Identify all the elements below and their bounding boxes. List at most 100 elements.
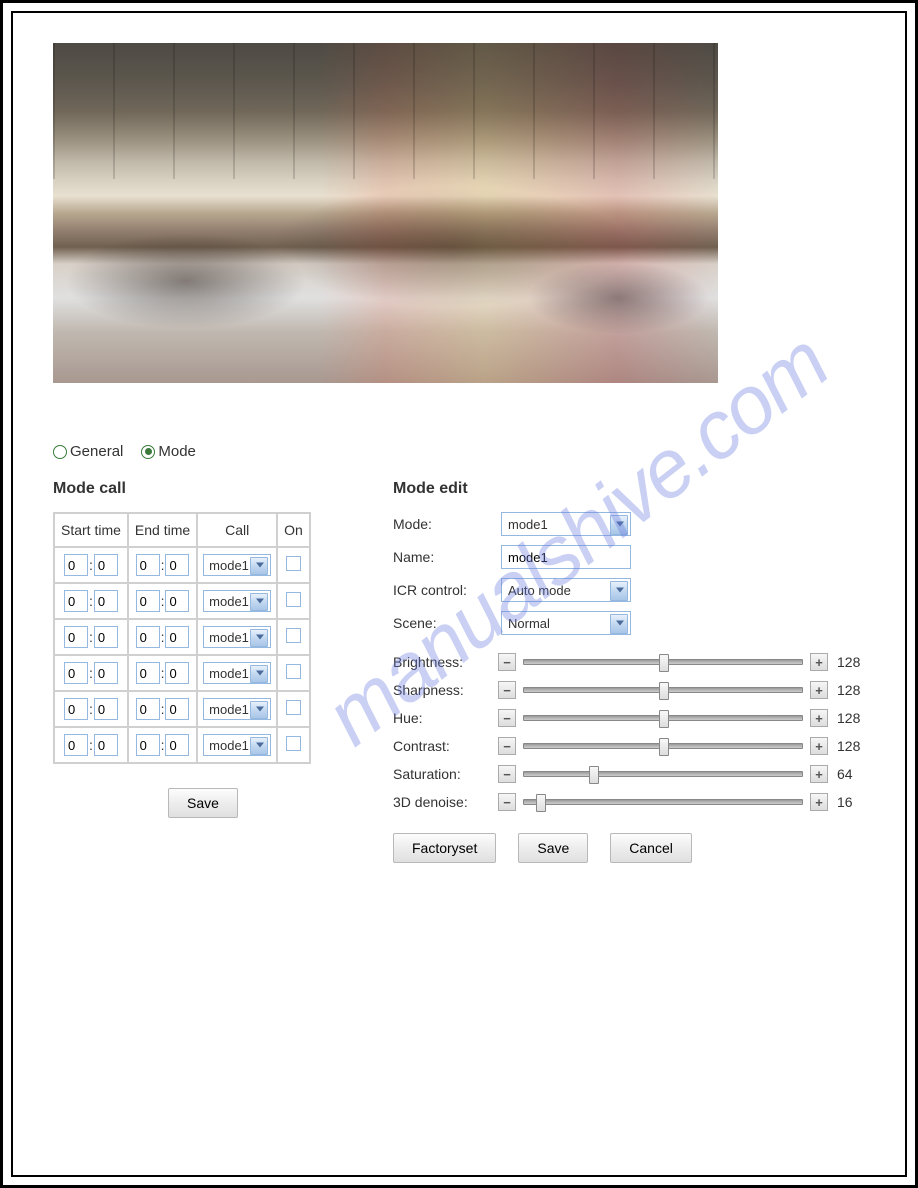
start-hour-input[interactable]	[64, 662, 88, 684]
slider-thumb[interactable]	[589, 766, 599, 784]
chevron-down-icon	[256, 671, 264, 676]
inner-frame: manualshive.com General Mode Mode call S…	[11, 11, 907, 1177]
cancel-button[interactable]: Cancel	[610, 833, 692, 863]
call-select[interactable]: mode1	[203, 626, 271, 648]
on-checkbox[interactable]	[286, 628, 301, 643]
start-hour-input[interactable]	[64, 626, 88, 648]
end-hour-input[interactable]	[136, 626, 160, 648]
slider-plus-button[interactable]: +	[810, 765, 828, 783]
slider-label: Saturation:	[393, 766, 493, 782]
mode-label: Mode:	[393, 516, 493, 532]
end-hour-input[interactable]	[136, 554, 160, 576]
slider-thumb[interactable]	[659, 654, 669, 672]
call-select-value: mode1	[209, 558, 249, 573]
name-input[interactable]	[501, 545, 631, 569]
start-hour-input[interactable]	[64, 734, 88, 756]
table-row: ::mode1	[54, 727, 310, 763]
call-select-value: mode1	[209, 702, 249, 717]
slider-track[interactable]	[523, 687, 803, 693]
mode-select-value: mode1	[508, 517, 548, 532]
scene-select[interactable]: Normal	[501, 611, 631, 635]
start-min-input[interactable]	[94, 554, 118, 576]
slider-plus-button[interactable]: +	[810, 681, 828, 699]
slider-thumb[interactable]	[536, 794, 546, 812]
th-start: Start time	[54, 513, 128, 547]
end-hour-input[interactable]	[136, 590, 160, 612]
start-hour-input[interactable]	[64, 554, 88, 576]
slider-thumb[interactable]	[659, 682, 669, 700]
table-row: ::mode1	[54, 547, 310, 583]
end-hour-input[interactable]	[136, 662, 160, 684]
call-select[interactable]: mode1	[203, 662, 271, 684]
slider-label: 3D denoise:	[393, 794, 493, 810]
start-min-input[interactable]	[94, 734, 118, 756]
start-hour-input[interactable]	[64, 590, 88, 612]
slider-track[interactable]	[523, 743, 803, 749]
slider-minus-button[interactable]: −	[498, 681, 516, 699]
slider-value: 16	[833, 794, 865, 810]
start-min-input[interactable]	[94, 626, 118, 648]
end-min-input[interactable]	[165, 698, 189, 720]
slider-value: 128	[833, 654, 865, 670]
start-min-input[interactable]	[94, 698, 118, 720]
mode-select[interactable]: mode1	[501, 512, 631, 536]
icr-select[interactable]: Auto mode	[501, 578, 631, 602]
th-on: On	[277, 513, 310, 547]
slider-track[interactable]	[523, 771, 803, 777]
slider-track[interactable]	[523, 715, 803, 721]
end-min-input[interactable]	[165, 662, 189, 684]
slider-plus-button[interactable]: +	[810, 737, 828, 755]
table-row: ::mode1	[54, 619, 310, 655]
slider-minus-button[interactable]: −	[498, 765, 516, 783]
end-min-input[interactable]	[165, 734, 189, 756]
on-checkbox[interactable]	[286, 736, 301, 751]
call-select[interactable]: mode1	[203, 734, 271, 756]
mode-edit-save-button[interactable]: Save	[518, 833, 588, 863]
th-call: Call	[197, 513, 277, 547]
call-select-value: mode1	[209, 594, 249, 609]
call-select[interactable]: mode1	[203, 590, 271, 612]
slider-minus-button[interactable]: −	[498, 653, 516, 671]
end-min-input[interactable]	[165, 590, 189, 612]
slider-plus-button[interactable]: +	[810, 709, 828, 727]
start-min-input[interactable]	[94, 590, 118, 612]
on-checkbox[interactable]	[286, 700, 301, 715]
outer-frame: manualshive.com General Mode Mode call S…	[0, 0, 918, 1188]
on-checkbox[interactable]	[286, 664, 301, 679]
on-checkbox[interactable]	[286, 556, 301, 571]
end-hour-input[interactable]	[136, 734, 160, 756]
radio-general[interactable]: General	[53, 443, 123, 460]
end-min-input[interactable]	[165, 626, 189, 648]
start-min-input[interactable]	[94, 662, 118, 684]
radio-icon	[53, 445, 67, 459]
slider-thumb[interactable]	[659, 738, 669, 756]
radio-mode[interactable]: Mode	[141, 443, 196, 460]
slider-track[interactable]	[523, 799, 803, 805]
slider-minus-button[interactable]: −	[498, 737, 516, 755]
mode-call-table: Start time End time Call On ::mode1::mod…	[53, 512, 311, 764]
chevron-down-icon	[616, 522, 624, 527]
slider-track[interactable]	[523, 659, 803, 665]
slider-minus-button[interactable]: −	[498, 709, 516, 727]
scene-select-value: Normal	[508, 616, 550, 631]
end-min-input[interactable]	[165, 554, 189, 576]
call-select[interactable]: mode1	[203, 554, 271, 576]
factoryset-button[interactable]: Factoryset	[393, 833, 496, 863]
slider-label: Contrast:	[393, 738, 493, 754]
radio-mode-label: Mode	[158, 443, 196, 460]
mode-call-title: Mode call	[53, 480, 353, 498]
icr-label: ICR control:	[393, 582, 493, 598]
scene-label: Scene:	[393, 615, 493, 631]
slider-label: Hue:	[393, 710, 493, 726]
end-hour-input[interactable]	[136, 698, 160, 720]
on-checkbox[interactable]	[286, 592, 301, 607]
slider-plus-button[interactable]: +	[810, 793, 828, 811]
slider-label: Brightness:	[393, 654, 493, 670]
mode-call-save-button[interactable]: Save	[168, 788, 238, 818]
slider-plus-button[interactable]: +	[810, 653, 828, 671]
slider-minus-button[interactable]: −	[498, 793, 516, 811]
call-select[interactable]: mode1	[203, 698, 271, 720]
slider-thumb[interactable]	[659, 710, 669, 728]
start-hour-input[interactable]	[64, 698, 88, 720]
slider-value: 64	[833, 766, 865, 782]
